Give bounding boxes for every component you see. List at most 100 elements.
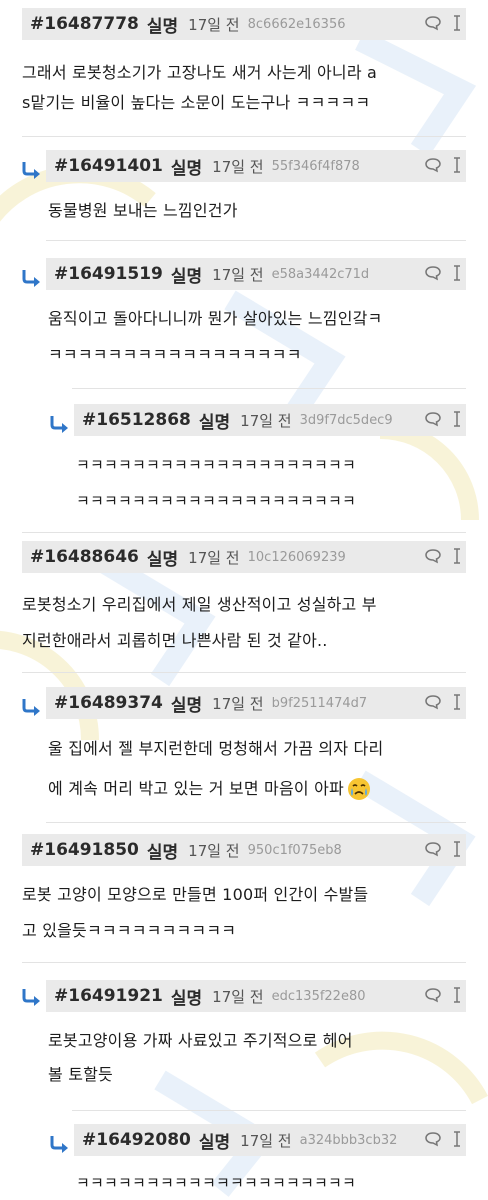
speech-bubble-icon[interactable]	[424, 411, 442, 427]
comment-line: ㅋㅋㅋㅋㅋㅋㅋㅋㅋㅋㅋㅋㅋㅋㅋㅋㅋㅋㅋㅋ	[76, 492, 357, 510]
comment-line: 볼 토할듯	[48, 1065, 113, 1084]
reply-arrow-icon	[22, 989, 40, 1006]
divider	[22, 532, 466, 533]
divider	[46, 822, 466, 823]
crying-face-emoji	[347, 778, 370, 800]
author-name: 실명	[146, 16, 179, 37]
comment-header: #16488646 실명 17일 전 10c126069239	[22, 541, 466, 573]
reply-arrow-icon	[50, 1136, 68, 1153]
author-hash: 10c126069239	[247, 549, 346, 565]
comment-header: #16492080 실명 17일 전 a324bbb3cb32	[74, 1124, 466, 1156]
comment-body: 동물병원 보내는 느낌인건가	[48, 196, 238, 226]
comment-header: #16491519 실명 17일 전 e58a3442c71d	[46, 258, 466, 290]
comment-line: 움직이고 돌아다니니까 뭔가 살아있는 느낌인갘ㅋ	[48, 309, 383, 328]
speech-bubble-icon[interactable]	[424, 548, 442, 564]
author-name: 실명	[170, 158, 203, 179]
comment-body: 로봇청소기 우리집에서 제일 생산적이고 성실하고 부 지런한애라서 괴롭히면 …	[22, 590, 377, 656]
comment-line: 로봇 고양이 모양으로 만들면 100퍼 인간이 수발들	[22, 885, 369, 904]
comment-number[interactable]: #16489374	[54, 693, 163, 713]
comment-number[interactable]: #16512868	[82, 410, 191, 430]
comment-time: 17일 전	[212, 265, 264, 284]
comment-time: 17일 전	[212, 987, 264, 1006]
comment-header: #16491921 실명 17일 전 edc135f22e80	[46, 980, 466, 1012]
report-bar-icon[interactable]	[452, 547, 462, 565]
divider	[22, 962, 466, 963]
comment-line: 동물병원 보내는 느낌인건가	[48, 201, 238, 220]
comment-line: s맡기는 비율이 높다는 소문이 도는구나 ㅋㅋㅋㅋㅋ	[22, 93, 371, 112]
comment-body: 그래서 로봇청소기가 고장나도 새거 사는게 아니라 a s맡기는 비율이 높다…	[22, 58, 377, 118]
reply-arrow-icon	[22, 699, 40, 716]
comment-header: #16512868 실명 17일 전 3d9f7dc5dec9	[74, 404, 466, 436]
comment-line-with-emoji: 에 계속 머리 박고 있는 거 보면 마음이 아파	[48, 774, 383, 804]
author-hash: e58a3442c71d	[271, 266, 370, 282]
comment-body: 울 집에서 젤 부지런한데 멍청해서 가끔 의자 다리 에 계속 머리 박고 있…	[48, 734, 383, 804]
author-hash: 950c1f075eb8	[247, 842, 342, 858]
author-name: 실명	[198, 1132, 231, 1153]
comment-line: 에 계속 머리 박고 있는 거 보면 마음이 아파	[48, 779, 344, 798]
comment-line: 울 집에서 젤 부지런한데 멍청해서 가끔 의자 다리	[48, 739, 384, 758]
comment-number[interactable]: #16487778	[30, 14, 139, 34]
author-name: 실명	[146, 549, 179, 570]
author-hash: b9f2511474d7	[271, 695, 368, 711]
report-bar-icon[interactable]	[452, 156, 462, 174]
speech-bubble-icon[interactable]	[424, 841, 442, 857]
comment-line: 로봇고양이용 가짜 사료있고 주기적으로 헤어	[48, 1031, 353, 1050]
comment-number[interactable]: #16488646	[30, 547, 139, 567]
report-bar-icon[interactable]	[452, 264, 462, 282]
report-bar-icon[interactable]	[452, 410, 462, 428]
divider	[72, 1110, 466, 1111]
reply-arrow-icon	[22, 162, 40, 179]
comment-time: 17일 전	[188, 15, 240, 34]
comment-line: 로봇청소기 우리집에서 제일 생산적이고 성실하고 부	[22, 595, 377, 614]
author-name: 실명	[170, 988, 203, 1009]
comment-line: ㅋㅋㅋㅋㅋㅋㅋㅋㅋㅋㅋㅋㅋㅋㅋㅋㅋㅋㅋㅋ	[76, 1174, 357, 1192]
comment-number[interactable]: #16491850	[30, 840, 139, 860]
comment-line: 고 있을듯ㅋㅋㅋㅋㅋㅋㅋㅋㅋㅋ	[22, 921, 237, 940]
speech-bubble-icon[interactable]	[424, 157, 442, 173]
speech-bubble-icon[interactable]	[424, 265, 442, 281]
comment-body: 움직이고 돌아다니니까 뭔가 살아있는 느낌인갘ㅋ ㅋㅋㅋㅋㅋㅋㅋㅋㅋㅋㅋㅋㅋㅋ…	[48, 304, 382, 370]
comment-line: ㅋㅋㅋㅋㅋㅋㅋㅋㅋㅋㅋㅋㅋㅋㅋㅋㅋ	[48, 345, 302, 364]
divider	[72, 388, 466, 389]
author-hash: 55f346f4f878	[271, 158, 360, 174]
divider	[46, 240, 466, 241]
report-bar-icon[interactable]	[452, 1130, 462, 1148]
author-name: 실명	[170, 695, 203, 716]
comment-header: #16489374 실명 17일 전 b9f2511474d7	[46, 687, 466, 719]
comment-number[interactable]: #16491401	[54, 156, 163, 176]
comment-line: 그래서 로봇청소기가 고장나도 새거 사는게 아니라 a	[22, 63, 378, 82]
author-name: 실명	[198, 412, 231, 433]
speech-bubble-icon[interactable]	[424, 1131, 442, 1147]
comment-body: ㅋㅋㅋㅋㅋㅋㅋㅋㅋㅋㅋㅋㅋㅋㅋㅋㅋㅋㅋㅋ	[76, 1168, 356, 1198]
comment-number[interactable]: #16491921	[54, 986, 163, 1006]
reply-arrow-icon	[50, 416, 68, 433]
comment-time: 17일 전	[212, 157, 264, 176]
author-name: 실명	[170, 266, 203, 287]
reply-arrow-icon	[22, 270, 40, 287]
divider	[22, 672, 466, 673]
comment-time: 17일 전	[188, 548, 240, 567]
comment-time: 17일 전	[188, 841, 240, 860]
report-bar-icon[interactable]	[452, 986, 462, 1004]
comment-number[interactable]: #16491519	[54, 264, 163, 284]
comment-line: ㅋㅋㅋㅋㅋㅋㅋㅋㅋㅋㅋㅋㅋㅋㅋㅋㅋㅋㅋㅋ	[76, 456, 357, 474]
speech-bubble-icon[interactable]	[424, 15, 442, 31]
report-bar-icon[interactable]	[452, 840, 462, 858]
author-hash: 3d9f7dc5dec9	[299, 412, 393, 428]
comment-body: 로봇 고양이 모양으로 만들면 100퍼 인간이 수발들 고 있을듯ㅋㅋㅋㅋㅋㅋ…	[22, 880, 368, 946]
comment-number[interactable]: #16492080	[82, 1130, 191, 1150]
comment-time: 17일 전	[212, 694, 264, 713]
report-bar-icon[interactable]	[452, 693, 462, 711]
comment-line: 지런한애라서 괴롭히면 나쁜사람 된 것 같아..	[22, 631, 328, 650]
comment-body: ㅋㅋㅋㅋㅋㅋㅋㅋㅋㅋㅋㅋㅋㅋㅋㅋㅋㅋㅋㅋ ㅋㅋㅋㅋㅋㅋㅋㅋㅋㅋㅋㅋㅋㅋㅋㅋㅋㅋㅋ…	[76, 450, 356, 516]
comment-time: 17일 전	[240, 411, 292, 430]
comment-header: #16487778 실명 17일 전 8c6662e16356	[22, 8, 466, 40]
comment-body: 로봇고양이용 가짜 사료있고 주기적으로 헤어 볼 토할듯	[48, 1026, 353, 1090]
report-bar-icon[interactable]	[452, 14, 462, 32]
speech-bubble-icon[interactable]	[424, 694, 442, 710]
comment-header: #16491850 실명 17일 전 950c1f075eb8	[22, 834, 466, 866]
speech-bubble-icon[interactable]	[424, 987, 442, 1003]
divider	[22, 136, 466, 137]
author-hash: a324bbb3cb32	[299, 1132, 398, 1148]
comment-header: #16491401 실명 17일 전 55f346f4f878	[46, 150, 466, 182]
